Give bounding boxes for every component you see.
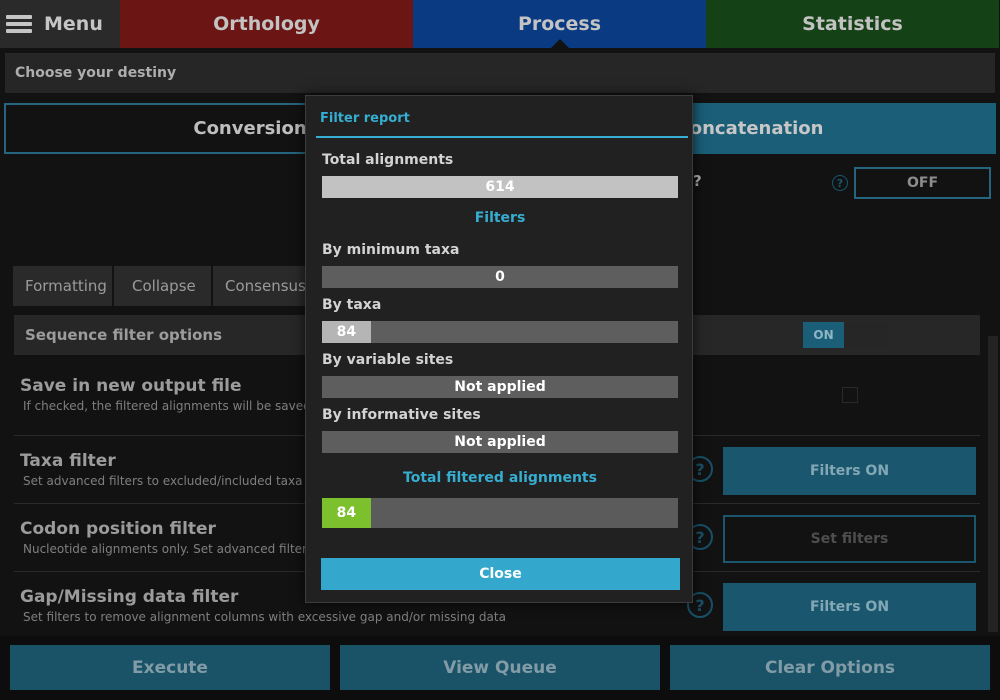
min-taxa-bar: 0 <box>322 266 678 288</box>
informative-sites-label: By informative sites <box>322 407 481 423</box>
total-alignments-bar: 614 <box>322 176 678 198</box>
dialog-title: Filter report <box>320 111 410 126</box>
by-taxa-value: 84 <box>336 324 357 340</box>
total-filtered-value: 84 <box>336 505 357 521</box>
informative-sites-bar: Not applied <box>322 431 678 453</box>
by-taxa-bar: 84 <box>322 321 678 343</box>
informative-sites-value: Not applied <box>454 434 546 450</box>
variable-sites-value: Not applied <box>454 379 546 395</box>
total-filtered-bar: 84 <box>322 498 678 528</box>
by-taxa-label: By taxa <box>322 297 382 313</box>
total-filtered-heading: Total filtered alignments <box>403 470 597 486</box>
close-button[interactable]: Close <box>321 558 680 590</box>
min-taxa-label: By minimum taxa <box>322 242 460 258</box>
total-alignments-label: Total alignments <box>322 152 454 168</box>
variable-sites-label: By variable sites <box>322 352 454 368</box>
min-taxa-value: 0 <box>495 269 505 285</box>
title-underline <box>316 136 688 138</box>
variable-sites-bar: Not applied <box>322 376 678 398</box>
filter-report-dialog: Filter report Total alignments 614 Filte… <box>305 95 693 603</box>
total-alignments-value: 614 <box>485 179 515 195</box>
filters-heading: Filters <box>474 210 526 226</box>
